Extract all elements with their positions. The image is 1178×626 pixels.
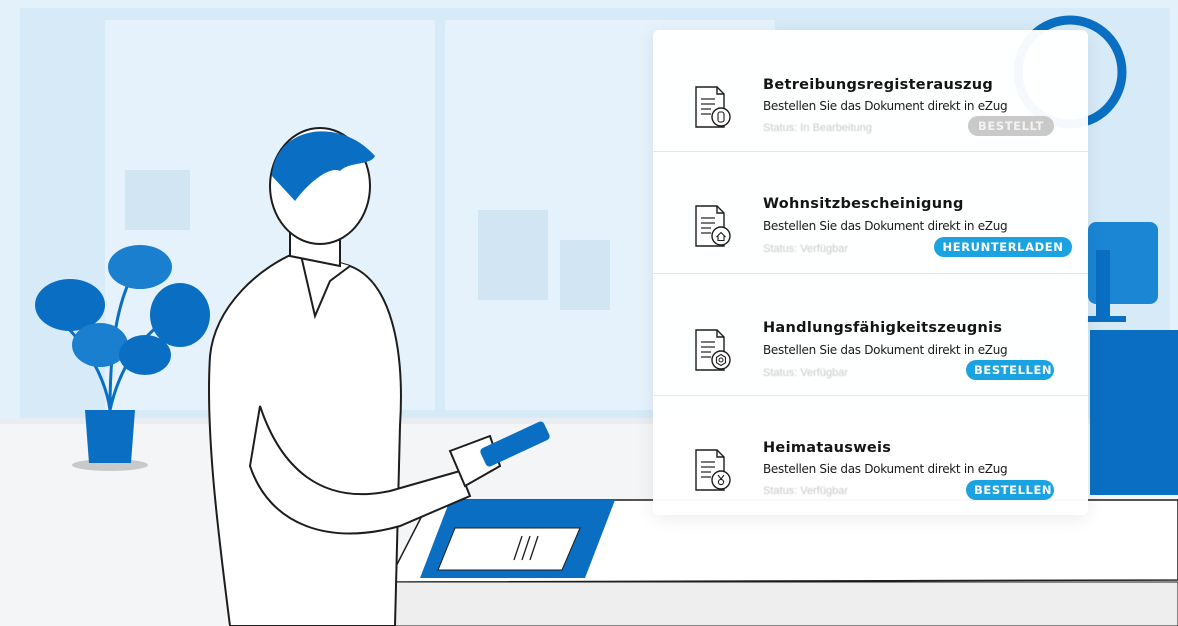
- document-subtitle: Bestellen Sie das Dokument direkt in eZu…: [763, 462, 1008, 476]
- document-title: Betreibungsregisterauszug: [763, 77, 994, 93]
- document-card-handlungsfaehigkeitszeugnis: Handlungsfähigkeitszeugnis Bestellen Sie…: [653, 274, 1088, 396]
- document-house-icon: [695, 205, 731, 247]
- document-subtitle: Bestellen Sie das Dokument direkt in eZu…: [763, 219, 1008, 233]
- document-list-panel: Betreibungsregisterauszug Bestellen Sie …: [653, 30, 1088, 515]
- document-seal-icon: [695, 329, 731, 371]
- bestellt-button[interactable]: BESTELLT: [968, 116, 1054, 136]
- document-card-heimatausweis: Heimatausweis Bestellen Sie das Dokument…: [653, 396, 1088, 518]
- document-title: Heimatausweis: [763, 440, 892, 456]
- bestellen-button[interactable]: BESTELLEN: [966, 360, 1054, 380]
- document-status: Status: Verfügbar: [763, 243, 848, 255]
- document-status: Status: Verfügbar: [763, 485, 848, 497]
- herunterladen-button[interactable]: HERUNTERLADEN: [934, 237, 1072, 257]
- document-subtitle: Bestellen Sie das Dokument direkt in eZu…: [763, 343, 1008, 357]
- document-card-wohnsitzbescheinigung: Wohnsitzbescheinigung Bestellen Sie das …: [653, 152, 1088, 274]
- document-title: Handlungsfähigkeitszeugnis: [763, 320, 1003, 336]
- document-coins-icon: [695, 86, 731, 128]
- document-status: Status: In Bearbeitung: [763, 122, 872, 134]
- document-status: Status: Verfügbar: [763, 367, 848, 379]
- bestellen-button[interactable]: BESTELLEN: [966, 480, 1054, 500]
- document-card-betreibungsregisterauszug: Betreibungsregisterauszug Bestellen Sie …: [653, 30, 1088, 152]
- document-medal-icon: [695, 449, 731, 491]
- document-subtitle: Bestellen Sie das Dokument direkt in eZu…: [763, 99, 1008, 113]
- document-title: Wohnsitzbescheinigung: [763, 196, 964, 212]
- person-illustration: [208, 127, 550, 626]
